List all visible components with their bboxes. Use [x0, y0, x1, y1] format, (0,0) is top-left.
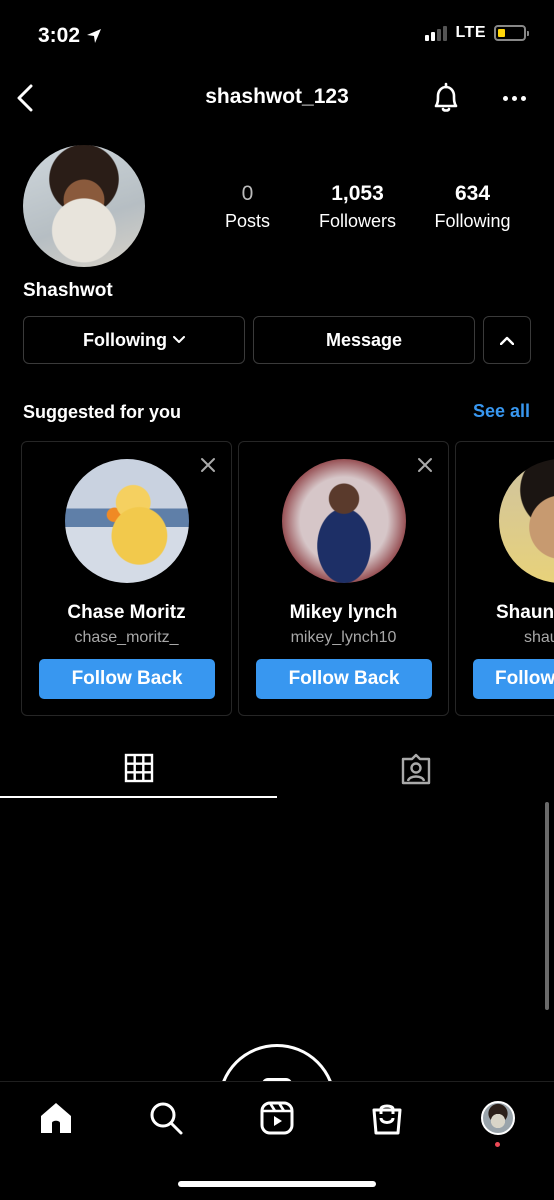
home-icon [41, 1103, 71, 1133]
nav-profile[interactable] [478, 1098, 518, 1147]
status-bar: 3:02 LTE [0, 0, 554, 70]
tab-tagged[interactable] [277, 740, 554, 798]
profile-avatar-small [481, 1101, 515, 1135]
signal-icon [425, 25, 448, 41]
profile-header: shashwot_123 [0, 70, 554, 126]
notifications-button[interactable] [428, 80, 464, 116]
follow-back-button[interactable]: Follow Back [39, 659, 215, 699]
suggested-title: Suggested for you [23, 402, 182, 422]
header-username: shashwot_123 [205, 85, 349, 108]
search-icon [150, 1102, 183, 1135]
stat-posts[interactable]: 0 Posts [200, 182, 295, 234]
nav-reels[interactable] [257, 1098, 297, 1138]
see-all-link[interactable]: See all [473, 401, 530, 422]
nav-home[interactable] [36, 1098, 76, 1138]
suggestion-name: Mikey lynch [289, 602, 398, 623]
shop-icon [372, 1104, 402, 1135]
following-label: Following [83, 329, 167, 350]
suggestion-card[interactable]: Chase Moritz chase_moritz_ Follow Back [21, 441, 232, 716]
suggestion-avatar[interactable] [499, 459, 554, 583]
network-label: LTE [455, 24, 486, 41]
scrollbar[interactable] [545, 802, 549, 1010]
chevron-down-icon [172, 336, 185, 343]
follow-back-button[interactable]: Follow Back [256, 659, 432, 699]
home-indicator[interactable] [178, 1181, 376, 1187]
stat-value: 1,053 [331, 182, 384, 205]
nav-search[interactable] [146, 1098, 186, 1138]
suggestion-handle: shau [524, 629, 554, 646]
message-button[interactable]: Message [253, 316, 475, 364]
follow-button[interactable]: Follow [473, 659, 554, 699]
following-button[interactable]: Following [23, 316, 245, 364]
more-dot [520, 95, 526, 101]
profile-actions: Following Message [23, 316, 531, 364]
display-name: Shashwot [23, 280, 113, 301]
suggestions-toggle-button[interactable] [483, 316, 531, 364]
profile-tabs [0, 740, 554, 800]
close-icon[interactable] [199, 456, 217, 474]
message-label: Message [325, 329, 403, 350]
grid-icon [124, 753, 153, 783]
more-dot [502, 95, 508, 101]
status-indicators: LTE [425, 24, 529, 42]
tagged-icon [401, 753, 430, 785]
tab-posts-grid[interactable] [0, 740, 277, 798]
status-time: 3:02 [38, 24, 102, 48]
suggestion-card[interactable]: Shaun shau Follow [455, 441, 554, 716]
more-dot [511, 95, 517, 101]
stat-label: Posts [224, 211, 271, 231]
time-text: 3:02 [38, 24, 81, 47]
bell-icon [434, 82, 458, 112]
battery-icon [494, 25, 529, 41]
suggestion-handle: chase_moritz_ [74, 629, 179, 646]
reels-icon [260, 1101, 294, 1135]
suggested-cards: Chase Moritz chase_moritz_ Follow Back M… [21, 441, 554, 716]
stat-value: 634 [454, 182, 491, 205]
stat-followers[interactable]: 1,053 Followers [295, 182, 420, 234]
profile-avatar[interactable] [23, 145, 145, 267]
nav-shop[interactable] [367, 1098, 407, 1138]
chevron-up-icon [500, 336, 514, 345]
stat-following[interactable]: 634 Following [420, 182, 525, 234]
suggestion-handle: mikey_lynch10 [290, 629, 397, 646]
stat-label: Followers [318, 211, 397, 231]
stat-label: Following [434, 211, 511, 231]
more-options-button[interactable] [496, 82, 532, 114]
suggestion-name: Shaun [496, 602, 554, 623]
profile-stats: 0 Posts 1,053 Followers 634 Following [200, 182, 530, 234]
stat-value: 0 [241, 182, 254, 205]
close-icon[interactable] [416, 456, 434, 474]
notification-dot [495, 1142, 500, 1147]
location-arrow-icon [87, 29, 102, 43]
suggestion-avatar[interactable] [282, 459, 406, 583]
suggestion-name: Chase Moritz [67, 602, 186, 623]
suggestion-avatar[interactable] [65, 459, 189, 583]
suggestion-card[interactable]: Mikey lynch mikey_lynch10 Follow Back [238, 441, 449, 716]
